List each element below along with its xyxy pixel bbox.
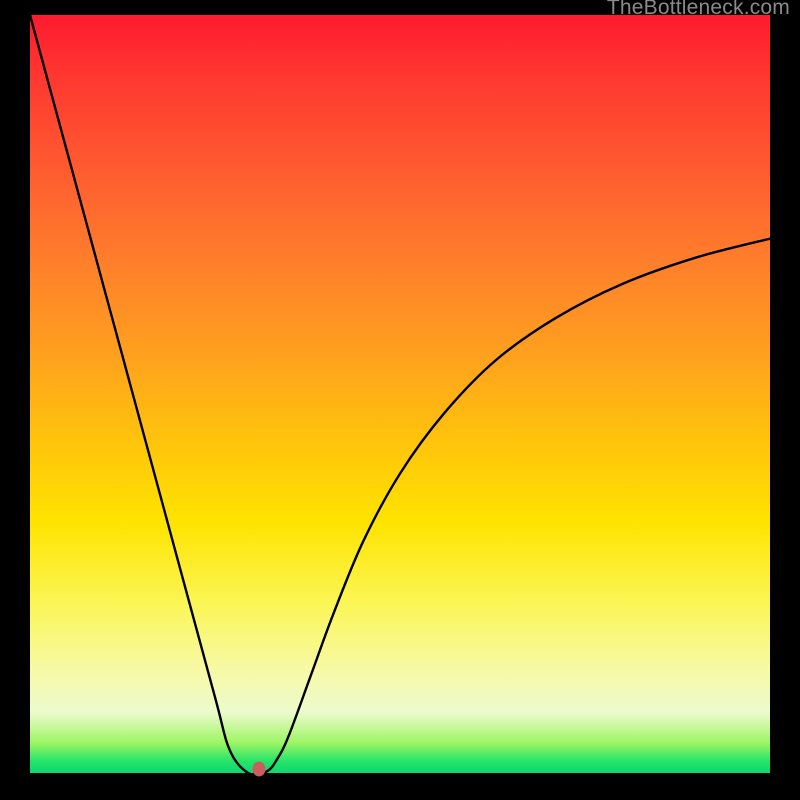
bottleneck-curve: [30, 15, 770, 773]
optimum-point-marker: [253, 762, 266, 777]
chart-frame: TheBottleneck.com: [0, 0, 800, 800]
watermark-text: TheBottleneck.com: [607, 0, 790, 20]
